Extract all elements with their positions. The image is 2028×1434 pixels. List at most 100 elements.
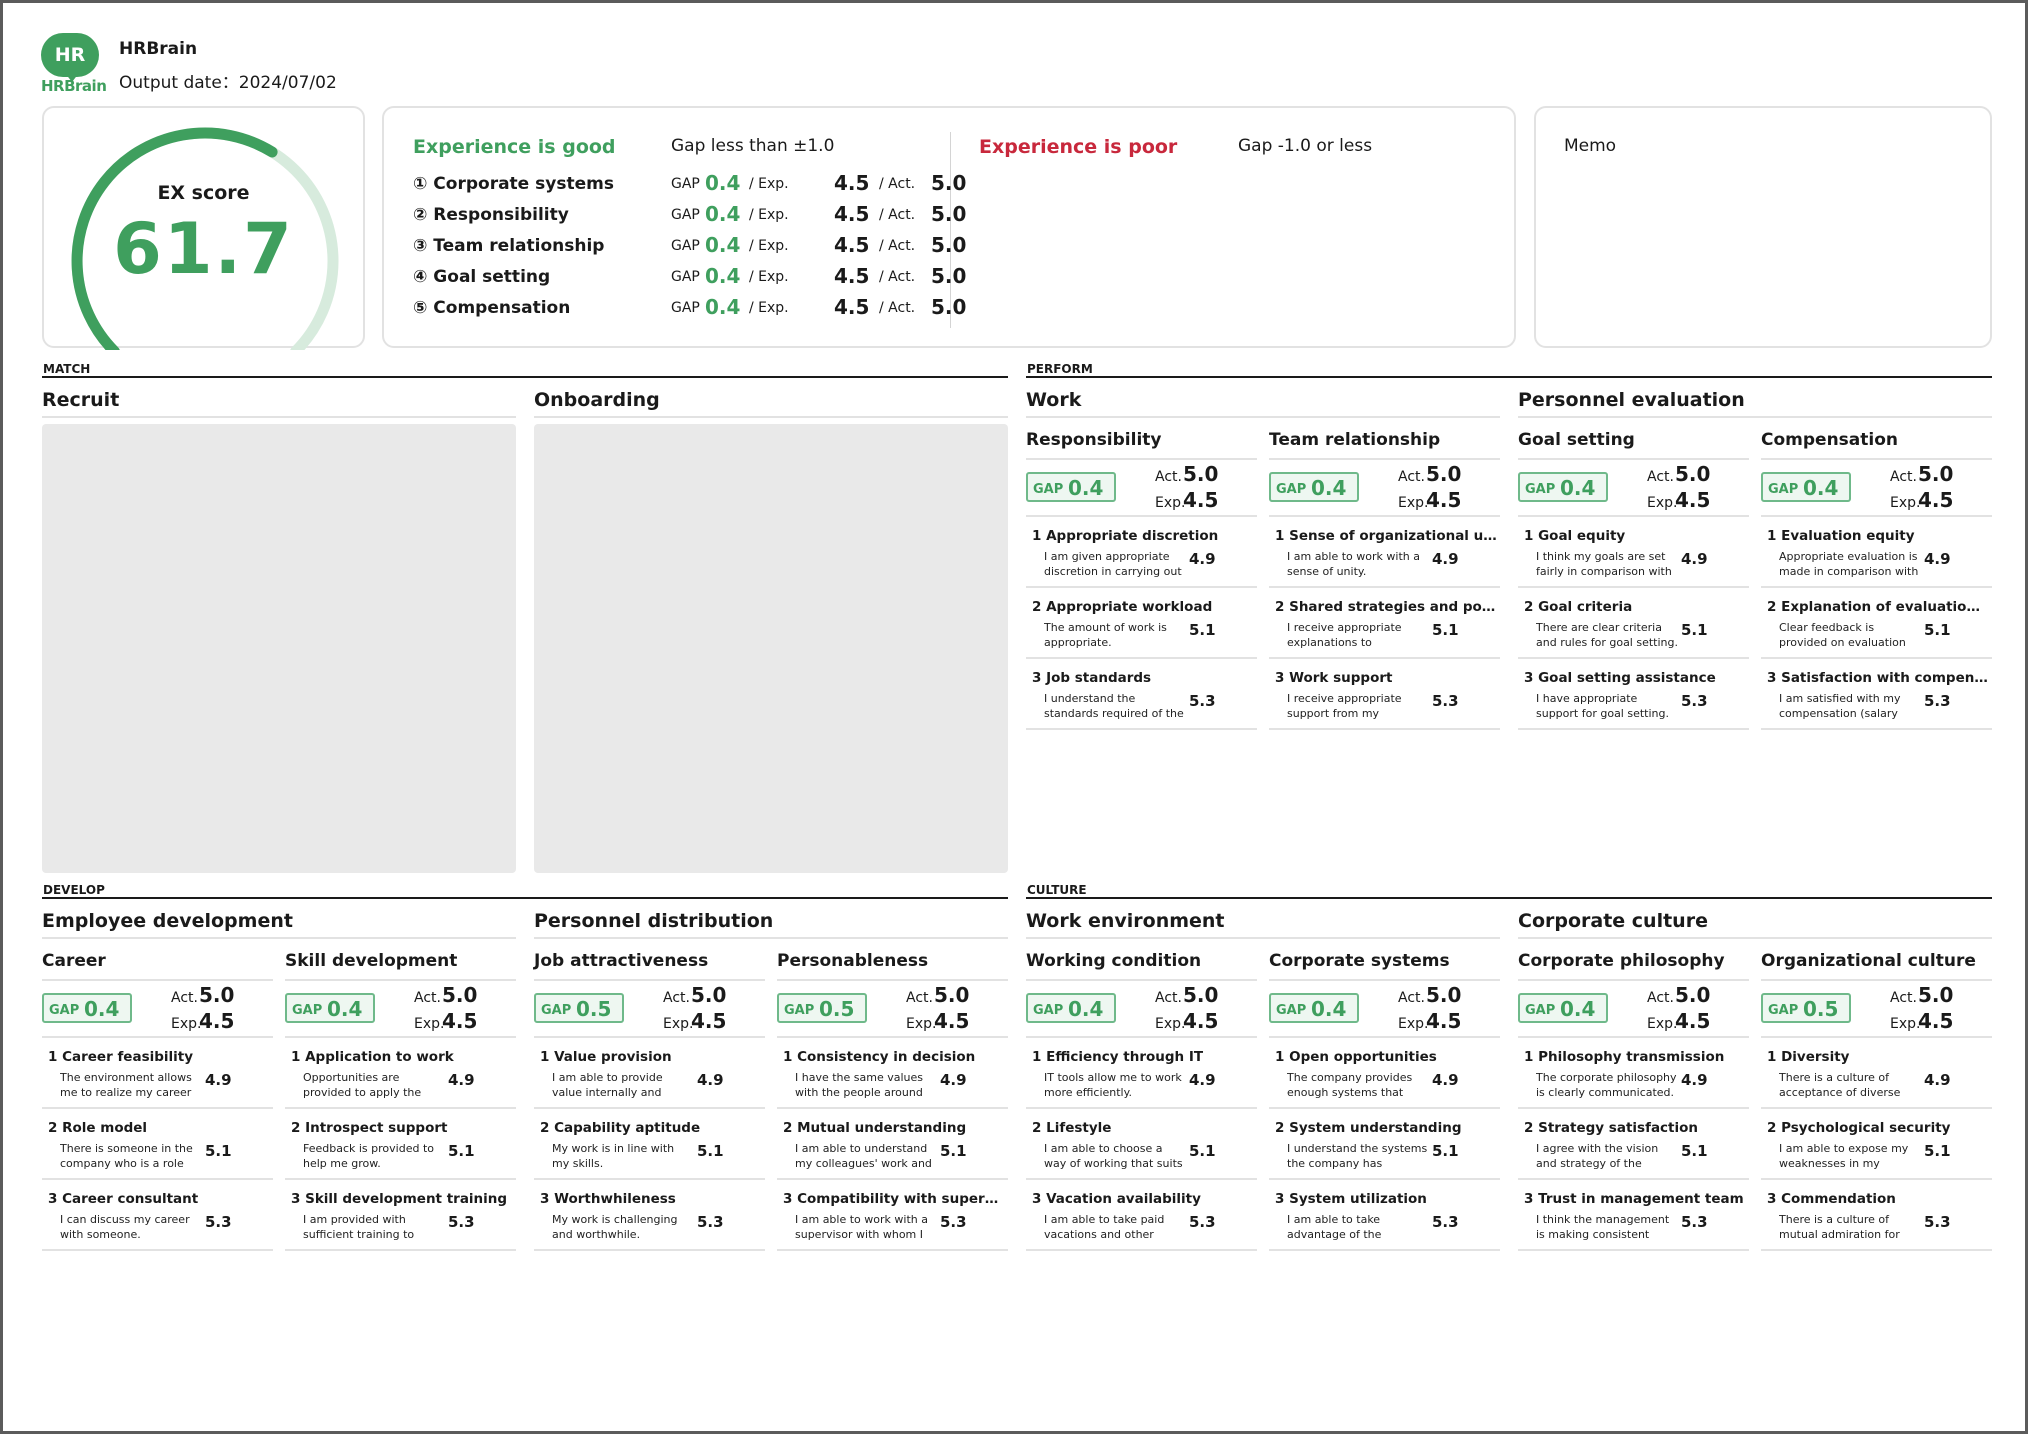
question-title: 1 Efficiency through IT [1032, 1049, 1204, 1065]
question-score: 5.3 [1681, 1213, 1708, 1231]
gap-badge-tag: GAP [1525, 1003, 1556, 1018]
question-score: 4.9 [1924, 1071, 1951, 1089]
category-act-value: 5.0 [442, 983, 478, 1007]
question-description: Opportunities are provided to apply the … [303, 1071, 422, 1099]
question-score: 5.1 [448, 1142, 475, 1160]
experience-act-value: 5.0 [931, 202, 967, 226]
question-score: 5.3 [1924, 1213, 1951, 1231]
section-rule-develop [42, 897, 1008, 899]
question-rule [534, 1249, 765, 1251]
gap-badge-value: 0.4 [1311, 997, 1347, 1021]
ex-score-label: EX score [157, 182, 250, 204]
category-gap-badge: GAP 0.4 [1518, 993, 1608, 1023]
question-score: 4.9 [1432, 550, 1459, 568]
experience-exp-value: 4.5 [834, 171, 870, 195]
question-description: Feedback is provided to help me grow. [303, 1142, 434, 1170]
category-exp-value: 4.5 [1918, 1009, 1954, 1033]
question-description: The environment allows me to realize my … [60, 1071, 192, 1099]
experience-gap-value: 0.4 [705, 264, 741, 288]
category-rule [285, 979, 516, 981]
question-rule [1026, 1249, 1257, 1251]
question-item: 3 Compatibility with supervisor I am able… [777, 1180, 1008, 1251]
question-item: 1 Career feasibility The environment allo… [42, 1038, 273, 1109]
category-act-value: 5.0 [1675, 462, 1711, 486]
question-item: 2 Strategy satisfaction I agree with the … [1518, 1109, 1749, 1180]
group-title: Work environment [1026, 910, 1225, 932]
question-description: I think my goals are set fairly in compa… [1536, 550, 1672, 578]
question-item: 3 Commendation There is a culture of mutu… [1761, 1180, 1992, 1251]
question-item: 1 Diversity There is a culture of accepta… [1761, 1038, 1992, 1109]
question-score: 4.9 [940, 1071, 967, 1089]
experience-gap-tag: GAP [671, 269, 700, 285]
gap-badge-value: 0.4 [1560, 476, 1596, 500]
question-title: 2 Psychological security [1767, 1120, 1951, 1136]
question-title: 3 Trust in management team [1524, 1191, 1744, 1207]
category-rule [534, 979, 765, 981]
question-description: Appropriate evaluation is made in compar… [1779, 550, 1919, 578]
question-item: 1 Efficiency through IT IT tools allow me… [1026, 1038, 1257, 1109]
category-rule [1761, 979, 1992, 981]
experience-exp-tag: / Exp. [749, 300, 789, 316]
category-title: Skill development [285, 951, 458, 971]
gap-badge-tag: GAP [1768, 482, 1799, 497]
question-item: 1 Evaluation equity Appropriate evaluatio… [1761, 517, 1992, 588]
question-item: 2 Shared strategies and policies I receiv… [1269, 588, 1500, 659]
category-title: Compensation [1761, 430, 1898, 450]
question-title: 1 Diversity [1767, 1049, 1850, 1065]
question-description: There is a culture of mutual admiration … [1779, 1213, 1900, 1241]
category-rule [42, 979, 273, 981]
experience-item-label: ① Corporate systems [413, 174, 614, 194]
ex-score-value: 61.7 [113, 208, 294, 290]
experience-act-value: 5.0 [931, 295, 967, 319]
question-item: 2 Explanation of evaluation results Clear… [1761, 588, 1992, 659]
question-description: My work is challenging and worthwhile. [552, 1213, 678, 1241]
question-item: 1 Goal equity I think my goals are set fa… [1518, 517, 1749, 588]
category-rule [1269, 458, 1500, 460]
question-rule [777, 1249, 1008, 1251]
question-score: 5.1 [1924, 621, 1951, 639]
question-description: I am able to take paid vacations and oth… [1044, 1213, 1165, 1241]
category-title: Career [42, 951, 106, 971]
experience-card: Experience is good Gap less than ±1.0 Ex… [382, 106, 1516, 348]
category-block: Working condition GAP 0.4 Act. 5.0 Exp. 4.5 1 E… [1026, 951, 1257, 1261]
question-item: 3 Career consultant I can discuss my care… [42, 1180, 273, 1251]
category-act-value: 5.0 [934, 983, 970, 1007]
question-description: I understand the standards required of t… [1044, 692, 1184, 720]
question-description: Clear feedback is provided on evaluation… [1779, 621, 1906, 649]
category-exp-value: 4.5 [934, 1009, 970, 1033]
question-description: I think the management is making consist… [1536, 1213, 1670, 1241]
category-rule [1518, 979, 1749, 981]
logo-wordmark: HRBrain [41, 77, 107, 95]
gap-badge-tag: GAP [784, 1003, 815, 1018]
experience-gap-value: 0.4 [705, 295, 741, 319]
category-act-tag: Act. [1647, 990, 1674, 1006]
gap-badge-tag: GAP [541, 1003, 572, 1018]
gap-badge-tag: GAP [1525, 482, 1556, 497]
experience-gap-tag: GAP [671, 300, 700, 316]
question-item: 2 Mutual understanding I am able to under… [777, 1109, 1008, 1180]
experience-exp-tag: / Exp. [749, 176, 789, 192]
question-item: 1 Open opportunities The company provides… [1269, 1038, 1500, 1109]
category-act-tag: Act. [1155, 990, 1182, 1006]
group-title-recruit: Recruit [42, 389, 120, 411]
question-description: The amount of work is appropriate. [1044, 621, 1167, 649]
category-title: Job attractiveness [534, 951, 709, 971]
question-description: I am able to work with a sense of unity. [1287, 550, 1420, 578]
question-title: 2 Shared strategies and policies [1275, 599, 1497, 615]
category-exp-tag: Exp. [171, 1016, 202, 1032]
group-title: Personnel distribution [534, 910, 774, 932]
category-exp-tag: Exp. [906, 1016, 937, 1032]
category-act-tag: Act. [1398, 990, 1425, 1006]
question-score: 4.9 [1681, 1071, 1708, 1089]
category-block: Career GAP 0.4 Act. 5.0 Exp. 4.5 1 Career feasi… [42, 951, 273, 1261]
question-item: 3 Trust in management team I think the ma… [1518, 1180, 1749, 1251]
category-gap-badge: GAP 0.4 [1269, 993, 1359, 1023]
question-title: 1 Career feasibility [48, 1049, 194, 1065]
category-block: Compensation GAP 0.4 Act. 5.0 Exp. 4.5 1 Evalua… [1761, 430, 1992, 740]
question-item: 1 Application to work Opportunities are p… [285, 1038, 516, 1109]
category-act-tag: Act. [171, 990, 198, 1006]
onboarding-placeholder [534, 424, 1008, 873]
experience-act-value: 5.0 [931, 171, 967, 195]
category-gap-badge: GAP 0.4 [1269, 472, 1359, 502]
question-description: I agree with the vision and strategy of … [1536, 1142, 1659, 1170]
